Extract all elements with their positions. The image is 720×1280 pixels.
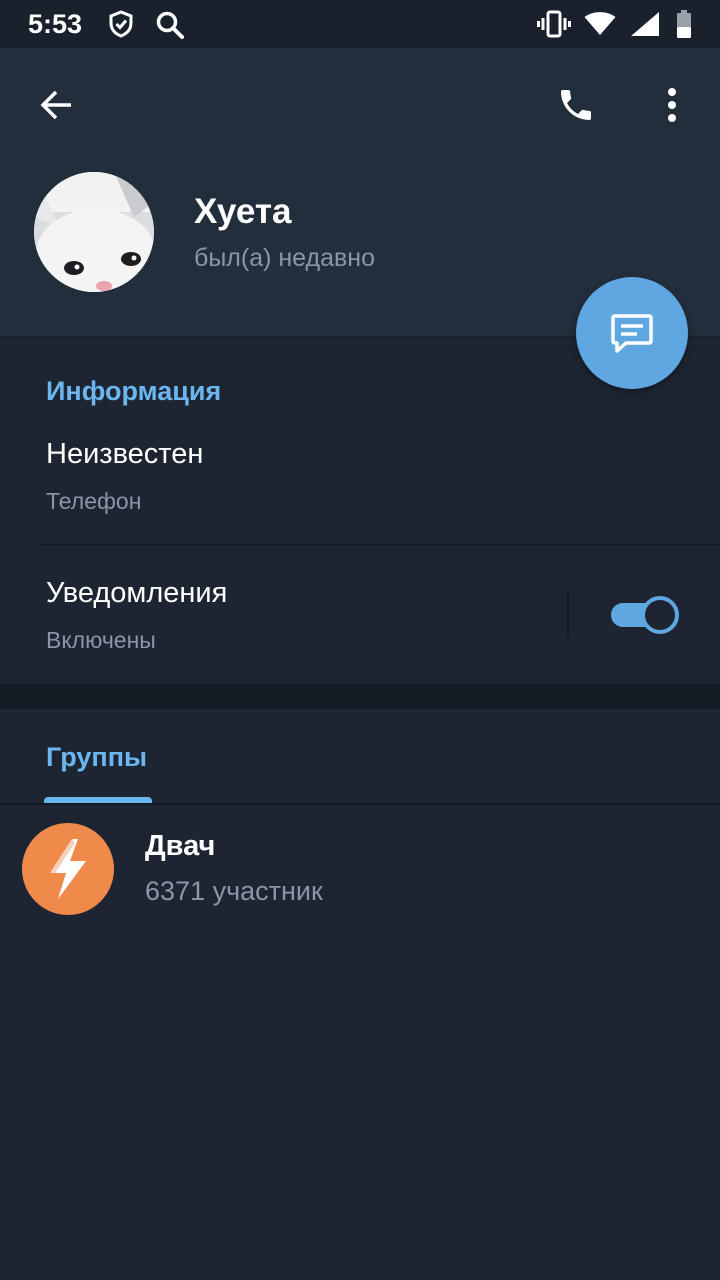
arrow-left-icon <box>40 90 71 120</box>
tab-groups[interactable]: Группы <box>46 742 147 773</box>
more-vertical-icon <box>668 88 676 122</box>
send-message-button[interactable] <box>576 277 688 389</box>
wifi-icon <box>584 12 616 41</box>
shield-icon <box>108 10 134 43</box>
signal-icon <box>630 11 660 42</box>
section-gap <box>0 684 720 709</box>
phone-icon <box>561 90 591 120</box>
toggle-knob <box>641 596 679 634</box>
group-avatar <box>22 823 114 915</box>
message-icon <box>611 314 653 353</box>
status-bar: 5:53 <box>0 0 720 48</box>
info-divider <box>40 544 720 545</box>
profile-name: Хуета <box>194 192 292 231</box>
phone-label: Телефон <box>46 488 142 514</box>
phone-value[interactable]: Неизвестен <box>46 438 203 471</box>
more-menu-button[interactable] <box>650 79 694 131</box>
search-icon <box>155 10 185 45</box>
call-button[interactable] <box>550 79 602 131</box>
tabs-divider <box>0 803 720 805</box>
profile-last-seen: был(а) недавно <box>194 244 376 272</box>
notifications-label[interactable]: Уведомления <box>46 577 227 610</box>
notifications-toggle[interactable] <box>609 596 679 634</box>
profile-avatar[interactable] <box>34 172 154 292</box>
lightning-icon <box>50 839 86 899</box>
avatar-cat-image <box>34 172 154 292</box>
toggle-separator <box>567 592 569 637</box>
group-members: 6371 участник <box>145 876 323 906</box>
battery-icon <box>676 10 692 43</box>
info-section-title: Информация <box>46 376 222 406</box>
group-name: Двач <box>145 830 216 862</box>
status-time: 5:53 <box>28 9 83 39</box>
back-button[interactable] <box>30 79 82 131</box>
vibrate-icon <box>537 9 571 44</box>
notifications-status: Включены <box>46 627 156 653</box>
